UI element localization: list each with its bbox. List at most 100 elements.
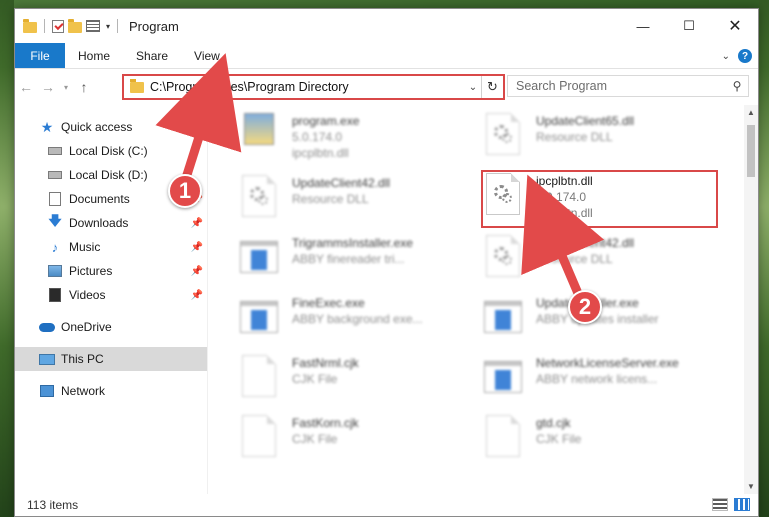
minimize-button[interactable]: —: [620, 9, 666, 43]
network-icon: [39, 384, 55, 398]
file-description: ABBY finereader tri...: [292, 252, 405, 266]
forward-arrow-icon[interactable]: →: [37, 79, 59, 95]
file-icon: [484, 413, 522, 459]
selected-file-highlight-box: [481, 170, 718, 228]
scroll-up-arrow-icon[interactable]: ▲: [744, 108, 758, 117]
search-icon[interactable]: ⚲: [726, 79, 748, 93]
ribbon-right-controls: ⌄ ?: [722, 43, 752, 69]
sidebar-item-downloads[interactable]: 🡇 Downloads 📌: [15, 211, 207, 235]
file-name: NetworkLicenseServer.exe: [536, 356, 679, 370]
file-item[interactable]: TrigrammsInstaller.exe ABBY finereader t…: [240, 233, 413, 285]
videos-icon: [47, 288, 63, 302]
file-name: UpdateClient42.dll: [536, 236, 635, 250]
file-item[interactable]: NetworkLicenseServer.exe ABBY network li…: [484, 353, 679, 405]
expand-ribbon-chevron-icon[interactable]: ⌄: [722, 51, 730, 62]
sidebar-item-label: Quick access: [61, 120, 133, 134]
toolbar-separator: [44, 19, 45, 33]
navigation-pane: ★ Quick access Local Disk (C:) Local Dis…: [15, 105, 208, 494]
ribbon-tabs: File Home Share View ⌄ ?: [15, 43, 758, 69]
pin-icon[interactable]: 📌: [191, 242, 203, 253]
file-item[interactable]: FineExec.exe ABBY background exe...: [240, 293, 423, 345]
new-folder-icon[interactable]: [68, 18, 82, 33]
file-item[interactable]: UpdateClient42.dll Resource DLL: [240, 173, 390, 225]
desktop-background-left: [0, 0, 14, 517]
computer-icon: [39, 352, 55, 366]
up-arrow-icon[interactable]: ↑: [73, 79, 95, 95]
properties-check-icon[interactable]: [52, 19, 64, 33]
sidebar-item-network[interactable]: Network: [15, 379, 207, 403]
sidebar-item-label: Local Disk (C:): [69, 144, 148, 158]
recent-locations-chevron-icon[interactable]: ▾: [59, 83, 73, 92]
file-type: CJK File: [292, 432, 338, 446]
file-item[interactable]: gtd.cjk CJK File: [484, 413, 581, 465]
tab-share[interactable]: Share: [123, 43, 181, 68]
download-icon: 🡇: [48, 213, 62, 228]
rename-icon[interactable]: [86, 20, 100, 32]
sidebar-item-this-pc[interactable]: This PC: [15, 347, 207, 371]
pictures-icon: [47, 264, 63, 278]
file-description: ABBY background exe...: [292, 312, 423, 326]
sidebar-item-pictures[interactable]: Pictures 📌: [15, 259, 207, 283]
tab-home[interactable]: Home: [65, 43, 123, 68]
tab-file[interactable]: File: [15, 43, 65, 68]
vertical-scrollbar[interactable]: ▲ ▼: [744, 105, 758, 494]
address-path[interactable]: C:\Program Files\Program Directory: [150, 80, 465, 94]
scroll-down-arrow-icon[interactable]: ▼: [744, 482, 758, 491]
refresh-icon[interactable]: ↻: [481, 76, 503, 98]
sidebar-item-label: Local Disk (D:): [69, 168, 148, 182]
pin-icon[interactable]: 📌: [191, 266, 203, 277]
search-box[interactable]: ⚲: [507, 75, 749, 97]
file-version: 5.0.174.0: [292, 130, 343, 144]
music-icon: ♪: [51, 239, 59, 255]
sidebar-item-label: Videos: [69, 288, 106, 302]
file-icon: [240, 353, 278, 399]
dll-icon: [484, 233, 522, 279]
sidebar-item-label: OneDrive: [61, 320, 112, 334]
file-description: ipcplbtn.dll: [292, 146, 349, 160]
app-icon: [484, 353, 522, 399]
details-view-icon[interactable]: [712, 498, 728, 511]
drive-icon: [47, 144, 63, 158]
explorer-body: ★ Quick access Local Disk (C:) Local Dis…: [15, 105, 758, 494]
sidebar-item-onedrive[interactable]: OneDrive: [15, 315, 207, 339]
sidebar-item-label: Music: [69, 240, 101, 254]
window-title: Program: [129, 18, 179, 34]
dll-icon: [484, 111, 522, 157]
file-item[interactable]: program.exe 5.0.174.0 ipcplbtn.dll: [240, 111, 359, 163]
file-name: UpdateClient42.dll: [292, 176, 391, 190]
file-type: Resource DLL: [536, 252, 613, 266]
app-icon: [240, 293, 278, 339]
scrollbar-thumb[interactable]: [747, 125, 755, 177]
toolbar-separator: [117, 19, 119, 33]
sidebar-item-music[interactable]: ♪ Music 📌: [15, 235, 207, 259]
pin-icon[interactable]: 📌: [191, 290, 203, 301]
file-name: TrigrammsInstaller.exe: [292, 236, 413, 250]
title-bar: ▾ Program — ☐ ✕: [15, 9, 758, 43]
sidebar-item-label: Network: [61, 384, 106, 398]
customize-toolbar-dropdown-icon[interactable]: ▾: [106, 22, 110, 31]
file-item[interactable]: FastNrml.cjk CJK File: [240, 353, 359, 405]
file-name: FastKorn.cjk: [292, 416, 359, 430]
app-icon: [240, 233, 278, 279]
address-bar[interactable]: C:\Program Files\Program Directory ⌄ ↻: [122, 74, 505, 100]
file-item[interactable]: FastKorn.cjk CJK File: [240, 413, 359, 465]
address-dropdown-icon[interactable]: ⌄: [465, 82, 481, 93]
large-icons-view-icon[interactable]: [734, 498, 750, 511]
tab-view[interactable]: View: [181, 43, 233, 68]
pin-icon[interactable]: 📌: [191, 218, 203, 229]
file-item[interactable]: UpdateClient65.dll Resource DLL: [484, 111, 634, 163]
back-arrow-icon[interactable]: ←: [15, 79, 37, 95]
step-badge-1: 1: [168, 174, 202, 208]
search-input[interactable]: [516, 79, 726, 93]
close-button[interactable]: ✕: [712, 9, 758, 43]
file-item[interactable]: UpdateClient42.dll Resource DLL: [484, 233, 634, 285]
sidebar-item-quick-access[interactable]: ★ Quick access: [15, 115, 207, 139]
view-buttons: [712, 498, 750, 511]
sidebar-item-local-disk-c[interactable]: Local Disk (C:): [15, 139, 207, 163]
help-icon[interactable]: ?: [738, 49, 752, 63]
file-type: Resource DLL: [536, 130, 613, 144]
sidebar-item-label: Pictures: [69, 264, 113, 278]
maximize-button[interactable]: ☐: [666, 9, 712, 43]
sidebar-item-videos[interactable]: Videos 📌: [15, 283, 207, 307]
explorer-window: ▾ Program — ☐ ✕ File Home Share View ⌄ ?…: [14, 8, 759, 517]
